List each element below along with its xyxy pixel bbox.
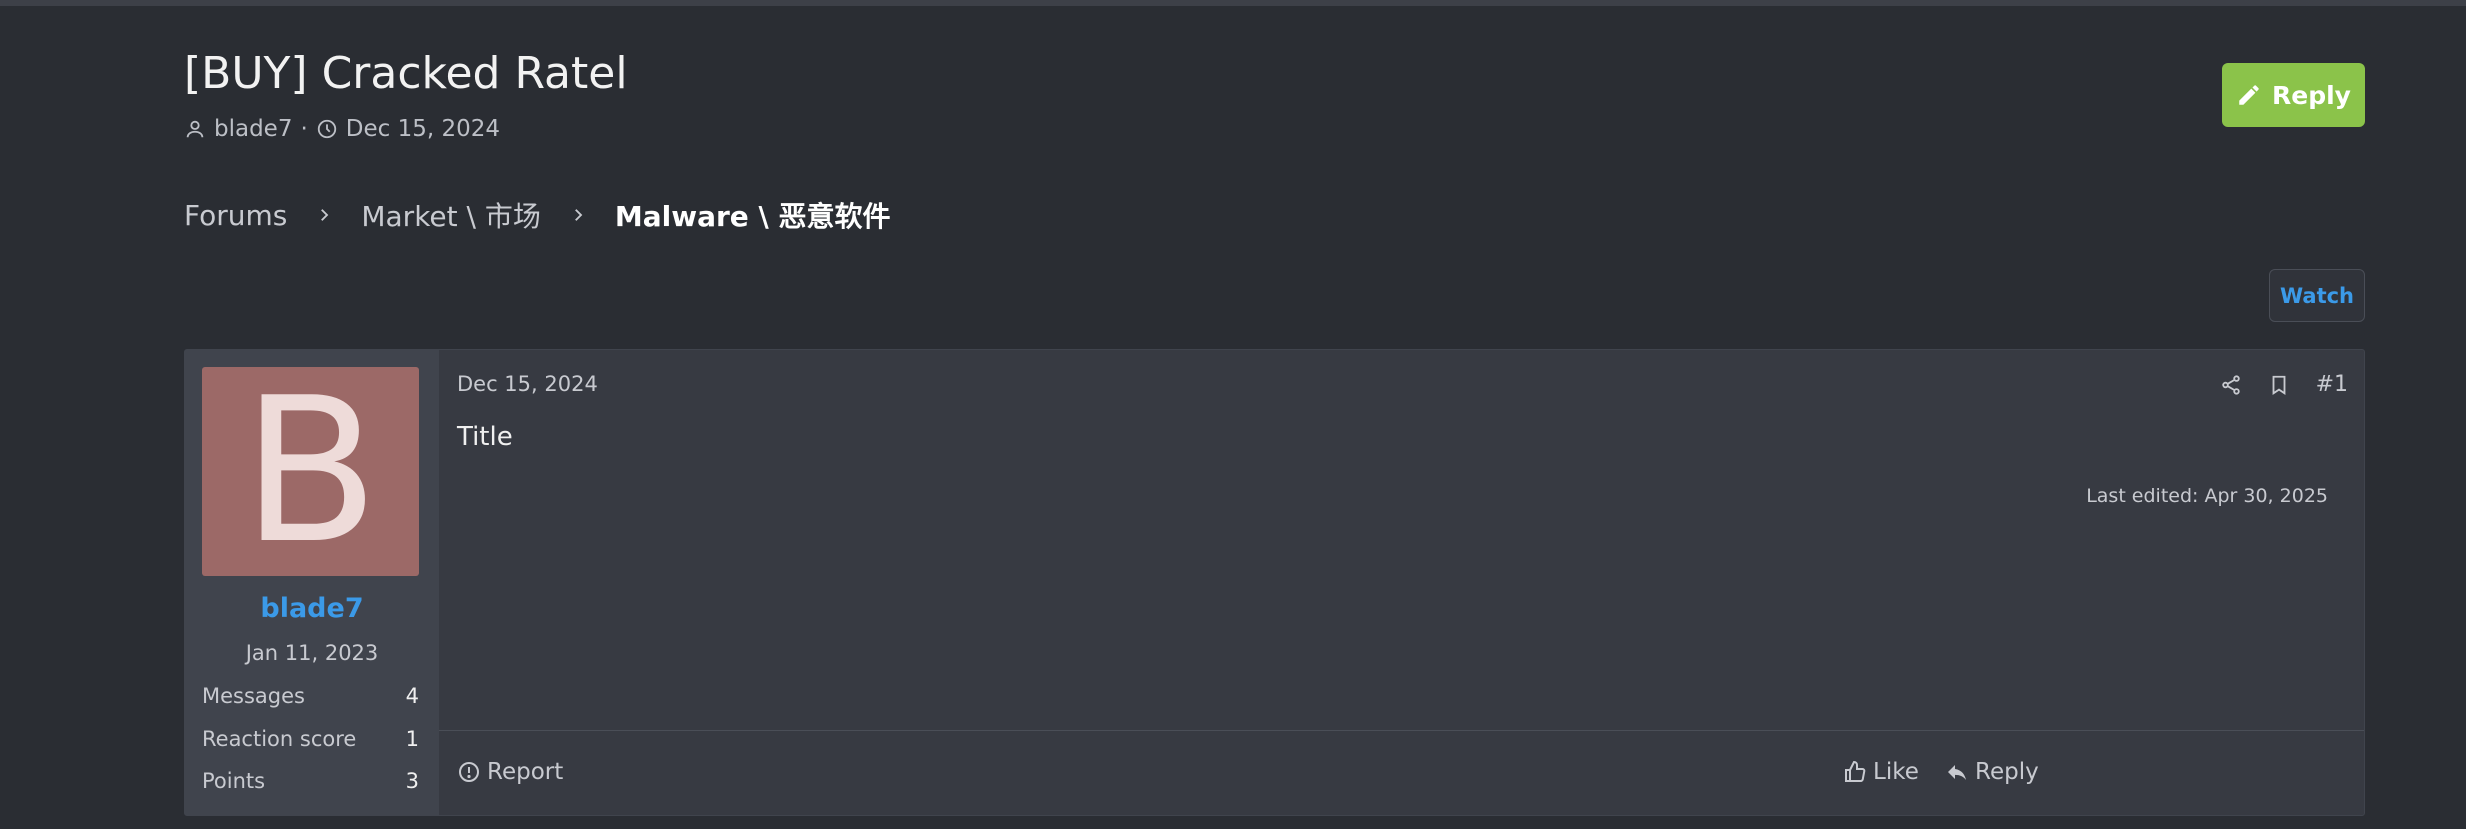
post-number[interactable]: #1	[2316, 372, 2348, 397]
alert-circle-icon	[459, 762, 479, 782]
breadcrumb-market[interactable]: Market \ 市场	[361, 195, 541, 235]
user-icon	[184, 118, 206, 140]
stat-value: 3	[405, 769, 419, 793]
share-icon[interactable]	[2220, 374, 2242, 396]
stat-reaction-score: Reaction score 1	[202, 727, 419, 751]
post-reply-button[interactable]: Reply	[1945, 759, 2039, 785]
breadcrumb-forums[interactable]: Forums	[184, 199, 287, 232]
last-edited: Last edited: Apr 30, 2025	[2086, 485, 2328, 507]
thread-meta: blade7 · Dec 15, 2024	[184, 116, 500, 142]
reply-arrow-icon	[1948, 765, 1966, 780]
chevron-right-icon	[315, 206, 333, 224]
top-border	[0, 0, 2466, 6]
post-body: Title	[457, 422, 513, 452]
thumbs-up-icon	[1845, 760, 1866, 782]
post-date[interactable]: Dec 15, 2024	[457, 372, 598, 396]
clock-icon	[316, 118, 338, 140]
avatar[interactable]: B	[202, 367, 419, 576]
thread-date[interactable]: Dec 15, 2024	[346, 116, 500, 142]
watch-button[interactable]: Watch	[2269, 269, 2365, 322]
like-label: Like	[1873, 759, 1919, 785]
report-button[interactable]: Report	[457, 759, 563, 785]
stat-messages: Messages 4	[202, 684, 419, 708]
post-footer: Report Like Reply	[439, 730, 2364, 815]
stat-value: 4	[405, 684, 419, 708]
stat-points: Points 3	[202, 769, 419, 793]
meta-separator: ·	[300, 116, 308, 142]
user-joined-date: Jan 11, 2023	[245, 641, 379, 665]
thread-author[interactable]: blade7	[214, 116, 292, 142]
stat-label: Points	[202, 769, 266, 793]
post-actions: #1	[2194, 372, 2348, 397]
stat-label: Reaction score	[202, 727, 357, 751]
post-reply-label: Reply	[1975, 759, 2039, 785]
bookmark-icon[interactable]	[2268, 374, 2290, 396]
post-user-sidebar: B blade7 Jan 11, 2023 Messages 4 Reactio…	[185, 350, 439, 815]
breadcrumb-malware[interactable]: Malware \ 恶意软件	[615, 195, 891, 235]
stat-label: Messages	[202, 684, 305, 708]
pencil-icon	[2239, 85, 2259, 105]
post-username[interactable]: blade7	[185, 593, 439, 624]
breadcrumb: Forums Market \ 市场 Malware \ 恶意软件	[184, 195, 891, 235]
report-label: Report	[487, 759, 564, 785]
reply-button-label: Reply	[2272, 80, 2351, 110]
stat-value: 1	[405, 727, 419, 751]
reply-button[interactable]: Reply	[2222, 63, 2365, 127]
post-content: Dec 15, 2024 #1 Title Last edited: Apr 3…	[439, 350, 2364, 815]
chevron-right-icon	[569, 206, 587, 224]
post-message: B blade7 Jan 11, 2023 Messages 4 Reactio…	[184, 349, 2365, 816]
like-button[interactable]: Like	[1843, 759, 1919, 785]
thread-title: [BUY] Cracked Ratel	[184, 48, 628, 99]
